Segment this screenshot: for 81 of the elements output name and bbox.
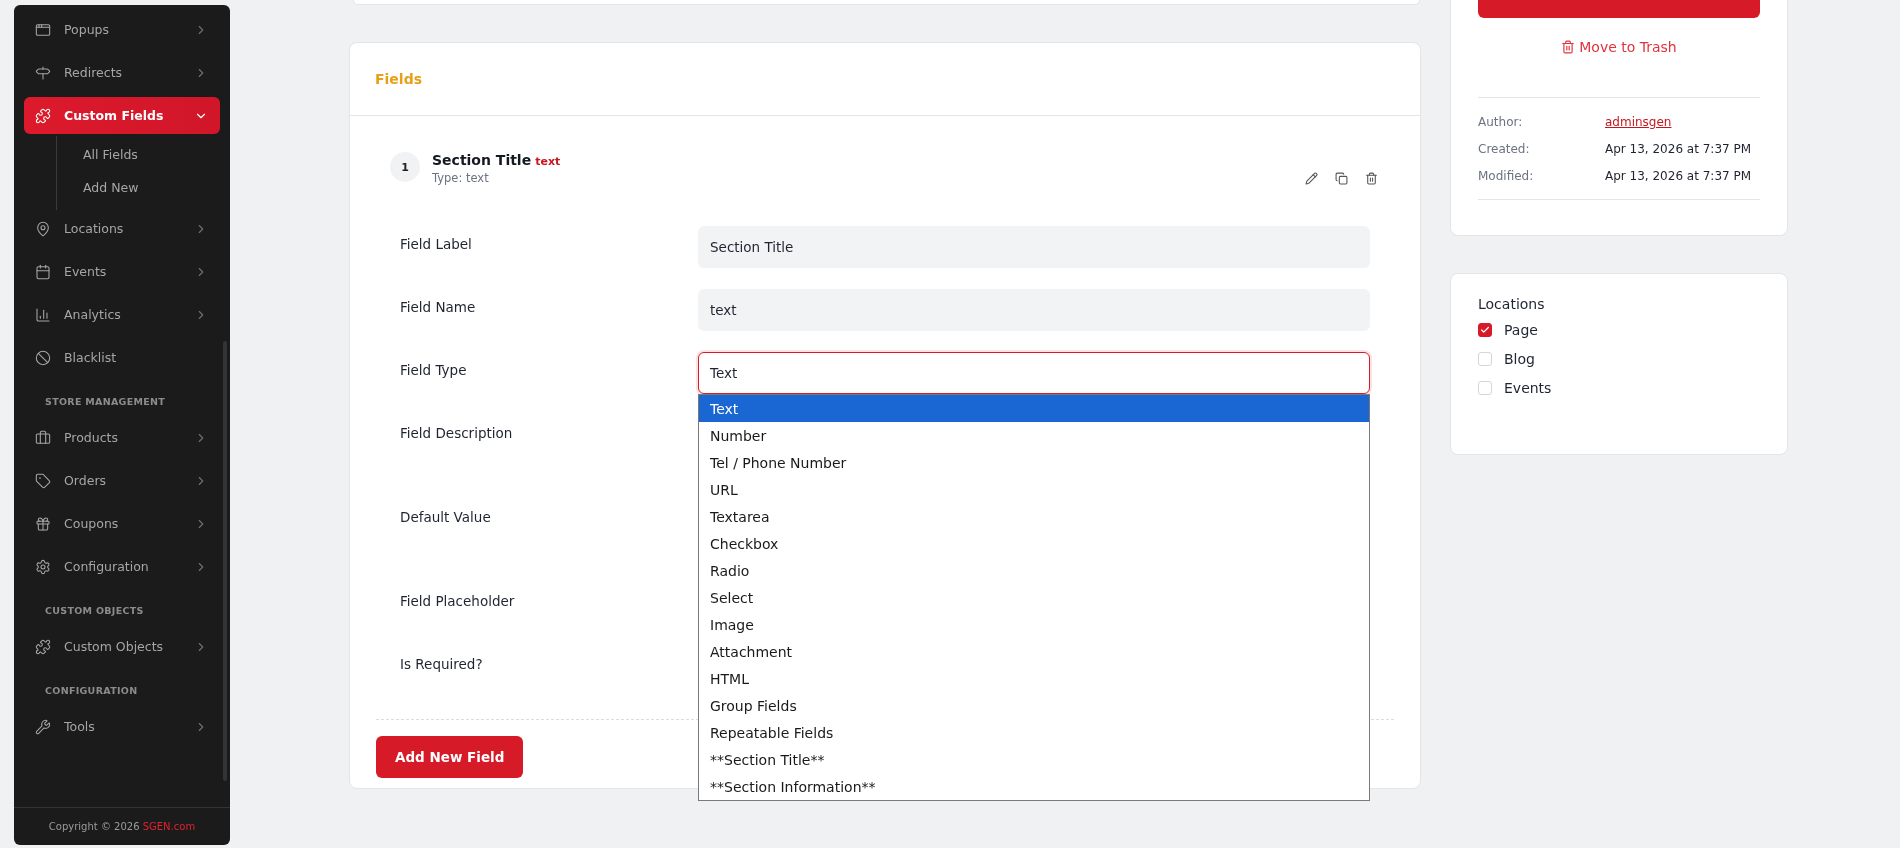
meta-value: Apr 13, 2026 at 7:37 PM	[1605, 168, 1753, 183]
field-title: Section Title	[432, 152, 532, 168]
sidebar-item[interactable]: Configuration	[24, 548, 220, 585]
field-tag: text	[535, 155, 561, 168]
field-number: 1	[390, 152, 420, 182]
sidebar-item-label: Coupons	[64, 516, 120, 531]
sidebar-item[interactable]: Redirects	[24, 54, 220, 91]
meta-label: Author:	[1478, 114, 1524, 129]
sidebar-item-label: Products	[64, 430, 119, 445]
select-field[interactable]: Text	[698, 352, 1370, 394]
field-label: Field Description	[399, 424, 514, 441]
section-heading: CONFIGURATION	[44, 684, 139, 698]
window-icon	[35, 21, 51, 38]
copyright-text: Copyright © 2026 SGEN.com	[48, 821, 196, 832]
sidebar-item-label: Custom Objects	[64, 639, 165, 654]
field-type-text: Type: text	[432, 171, 490, 185]
field-label: Default Value	[399, 508, 492, 525]
sidebar-item-label: Custom Fields	[64, 108, 165, 123]
sidebar-item[interactable]: Orders	[24, 462, 220, 499]
sidebar-item-label: Analytics	[64, 307, 122, 322]
field-label: Field Name	[399, 298, 477, 315]
sidebar-item[interactable]: Blacklist	[24, 339, 220, 376]
map-pin-icon	[35, 220, 51, 237]
signpost-icon	[35, 64, 51, 81]
sidebar-item[interactable]: Events	[24, 253, 220, 290]
checkbox[interactable]	[1478, 322, 1492, 337]
sidebar-item-label: Popups	[64, 22, 111, 37]
move-to-trash-link[interactable]: Move to Trash	[1561, 39, 1677, 55]
sidebar-item[interactable]: Coupons	[24, 505, 220, 542]
sidebar-item-label: Blacklist	[64, 350, 118, 365]
sidebar-item-label: Configuration	[64, 559, 150, 574]
calendar-icon	[35, 263, 51, 280]
sidebar-item[interactable]: Custom Fields	[24, 97, 220, 134]
sidebar-item[interactable]: Locations	[24, 210, 220, 247]
wrench-icon	[35, 718, 51, 735]
puzzle-icon	[35, 638, 51, 655]
puzzle-icon	[35, 107, 51, 124]
sidebar-item-label: Orders	[64, 473, 108, 488]
card-title: Fields	[375, 71, 422, 87]
briefcase-icon	[35, 429, 51, 446]
sidebar-item-label: Locations	[64, 221, 125, 236]
ban-icon	[35, 349, 51, 366]
site-link[interactable]: SGEN.com	[142, 821, 196, 832]
check-icon	[1480, 324, 1490, 335]
copy-icon[interactable]	[1335, 172, 1348, 185]
checkbox-label: Blog	[1504, 350, 1535, 367]
dropdown-option[interactable]: Text	[699, 395, 1369, 422]
text-input[interactable]: Section Title	[698, 226, 1370, 268]
section-heading: STORE MANAGEMENT	[44, 395, 167, 409]
trash-icon	[1561, 40, 1576, 54]
bar-chart-icon	[35, 306, 51, 323]
trash-link-label: Move to Trash	[1579, 39, 1677, 55]
meta-label: Created:	[1478, 141, 1531, 156]
checkbox-label: Page	[1504, 321, 1538, 338]
sidebar-item-label: Tools	[64, 719, 96, 734]
gift-icon	[35, 515, 51, 532]
edit-icon[interactable]	[1305, 172, 1318, 185]
section-heading: CUSTOM OBJECTS	[44, 604, 145, 618]
submenu-item[interactable]: Add New	[57, 171, 230, 204]
tag-icon	[35, 472, 51, 489]
field-label: Field Type	[399, 361, 468, 378]
sidebar-item-label: Events	[64, 264, 108, 279]
meta-label: Modified:	[1478, 168, 1535, 183]
sidebar-item[interactable]: Products	[24, 419, 220, 456]
settings-icon	[35, 558, 51, 575]
field-label: Field Label	[399, 235, 473, 252]
field-label: Field Placeholder	[399, 592, 516, 609]
field-label: Is Required?	[399, 655, 484, 672]
text-input[interactable]: text	[698, 289, 1370, 331]
meta-value: Apr 13, 2026 at 7:37 PM	[1605, 141, 1753, 156]
delete-icon[interactable]	[1365, 172, 1378, 185]
sidebar-item-label: Redirects	[64, 65, 124, 80]
sidebar-item[interactable]: Popups	[24, 11, 220, 48]
locations-title: Locations	[1478, 296, 1546, 312]
add-field-button[interactable]: Add New Field	[376, 736, 524, 778]
sidebar-item[interactable]: Tools	[24, 708, 220, 745]
checkbox-label: Events	[1504, 379, 1552, 396]
sidebar-item[interactable]: Custom Objects	[24, 628, 220, 665]
sidebar-item[interactable]: Analytics	[24, 296, 220, 333]
author-link[interactable]: adminsgen	[1605, 114, 1760, 129]
submenu-item[interactable]: All Fields	[57, 138, 230, 171]
